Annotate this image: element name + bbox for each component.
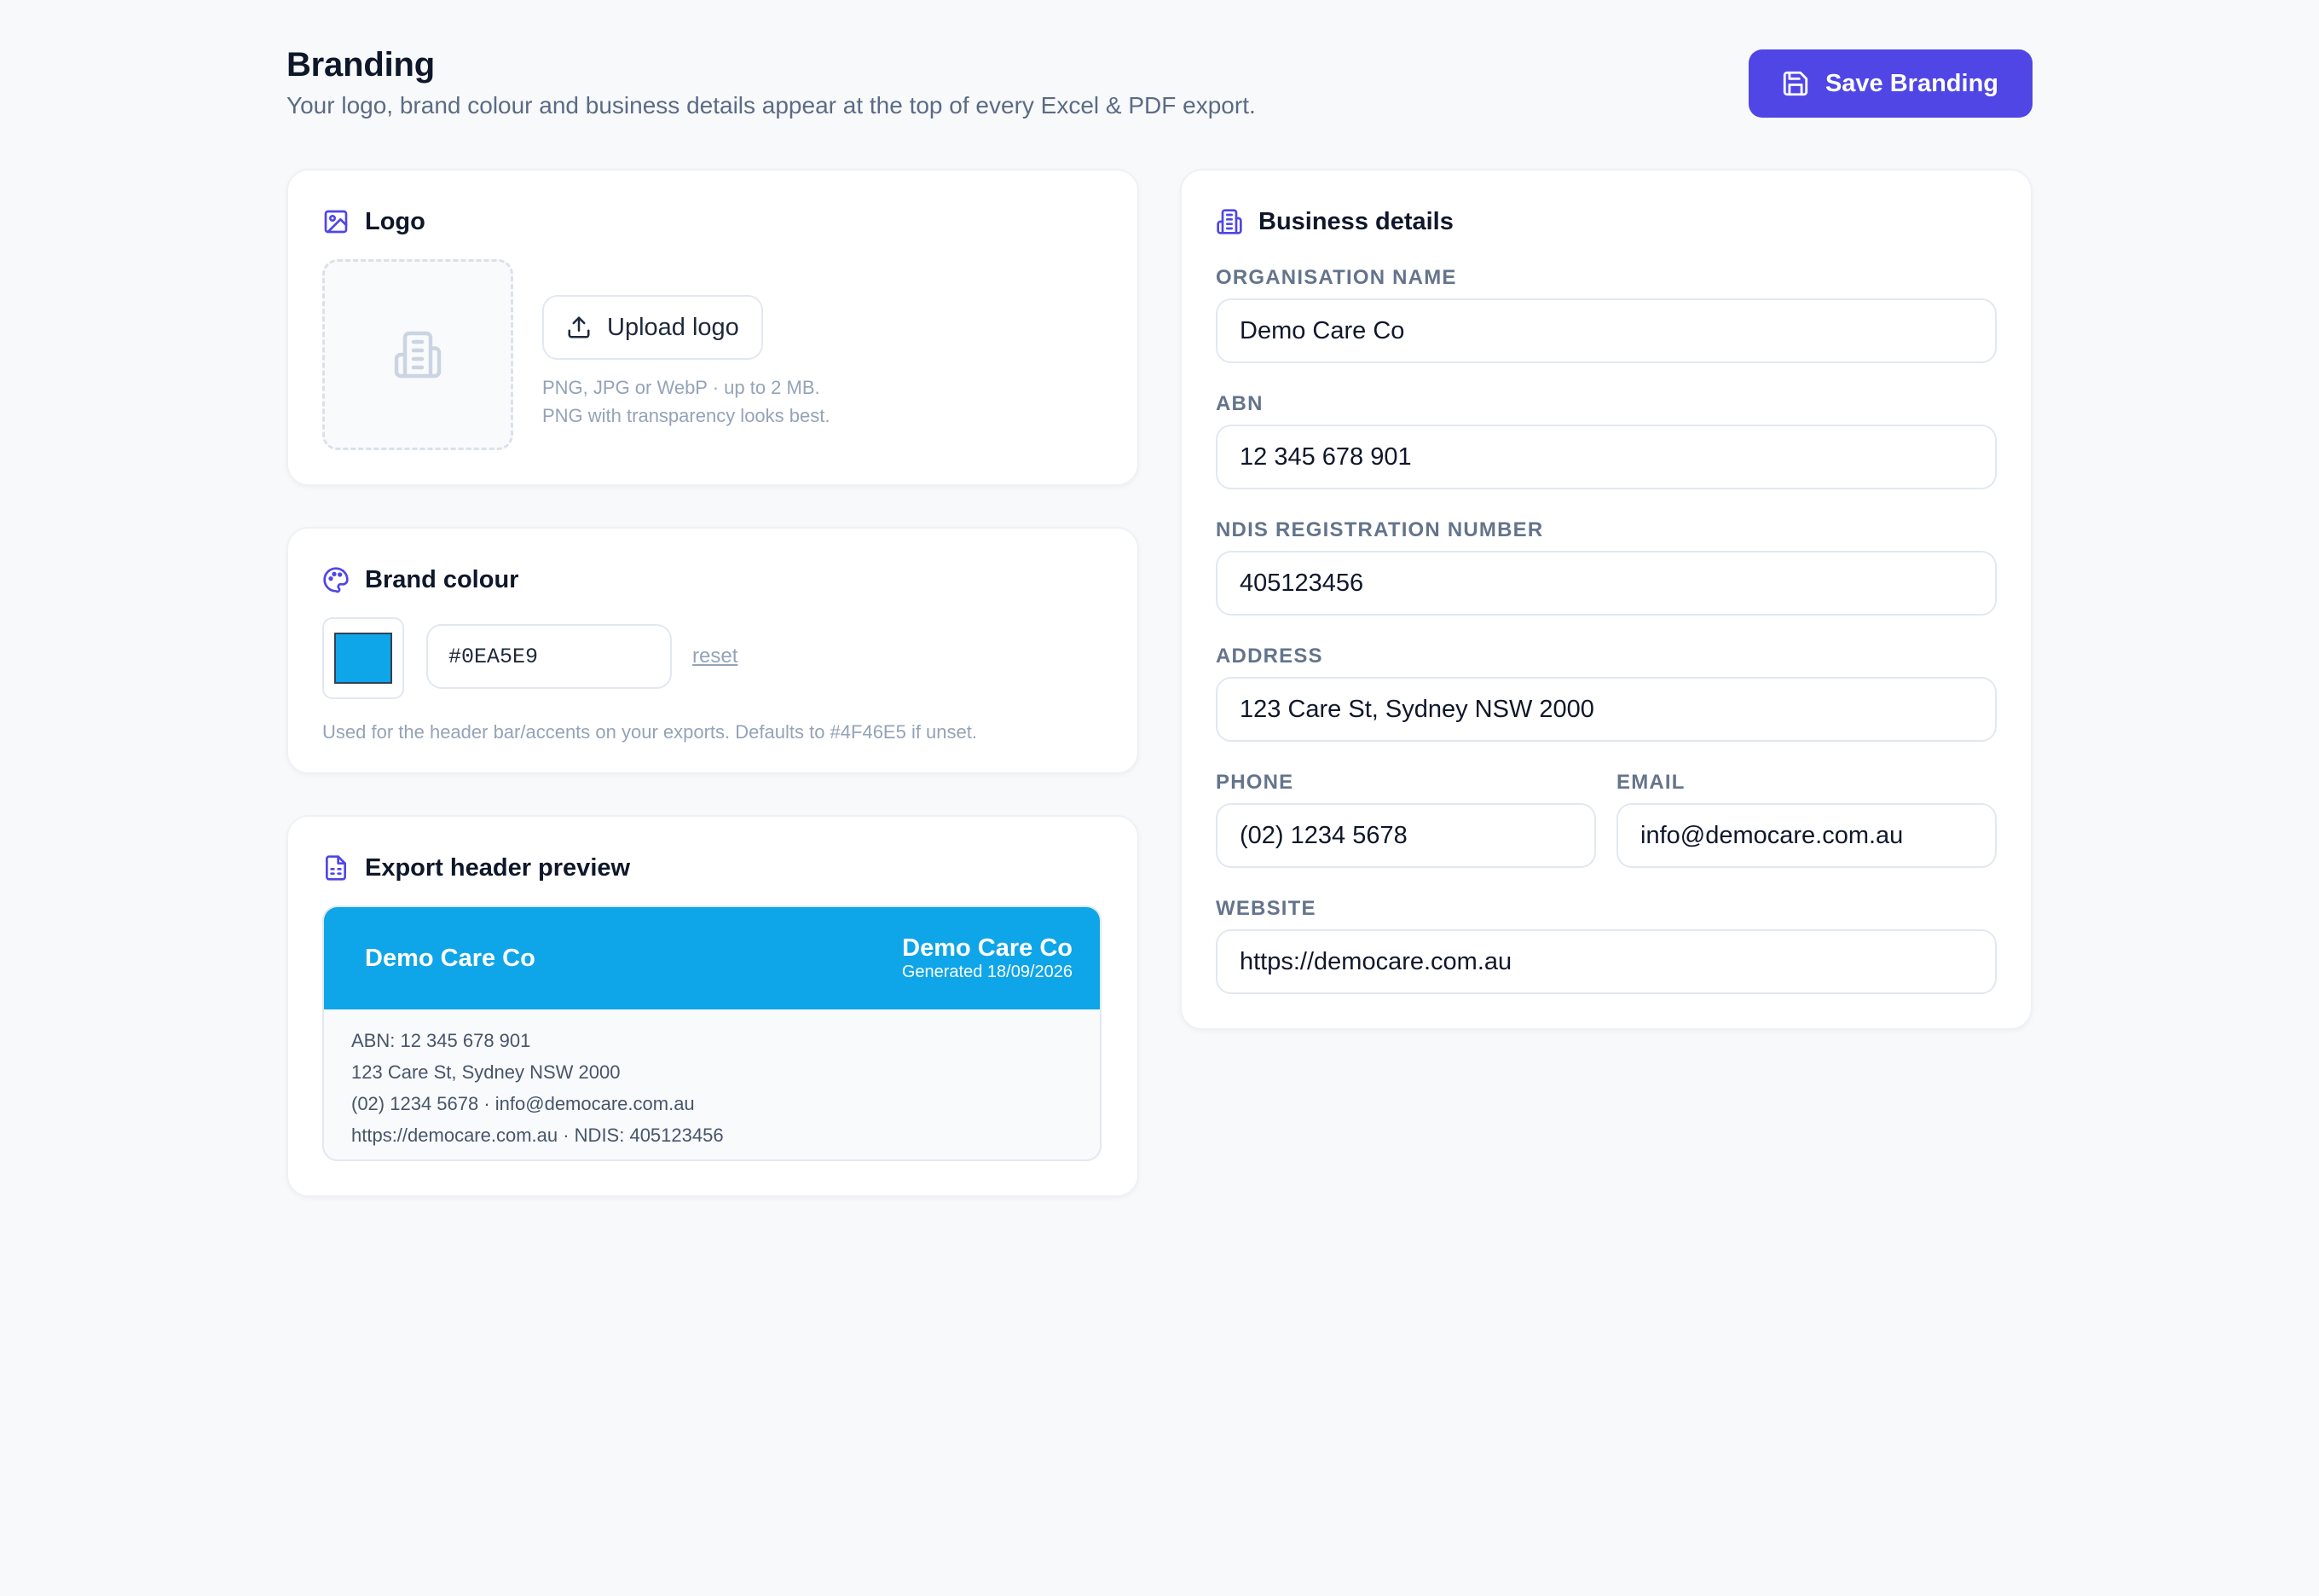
upload-logo-label: Upload logo <box>607 313 739 341</box>
image-icon <box>324 210 348 234</box>
org-name-field[interactable]: Demo Care Co <box>1216 298 1997 363</box>
email-field[interactable]: info@democare.com.au <box>1616 803 1997 868</box>
abn-field[interactable]: 12 345 678 901 <box>1216 425 1997 489</box>
colour-swatch <box>334 633 392 684</box>
address-label: ADDRESS <box>1216 645 1323 668</box>
preview-org-name-right: Demo Care Co <box>902 934 1073 962</box>
save-branding-label: Save Branding <box>1825 69 1998 97</box>
brand-colour-title: Brand colour <box>365 565 519 593</box>
address-field[interactable]: 123 Care St, Sydney NSW 2000 <box>1216 677 1997 742</box>
logo-card: Logo Upload logo PNG, JPG or WebP · up t… <box>286 169 1139 486</box>
building-icon <box>394 331 442 379</box>
preview-abn: ABN: 12 345 678 901 <box>351 1030 531 1051</box>
document-icon <box>326 855 346 881</box>
brand-colour-card: Brand colour #0EA5E9 reset Used for the … <box>286 527 1139 774</box>
website-field[interactable]: https://democare.com.au <box>1216 929 1997 994</box>
org-name-label: ORGANISATION NAME <box>1216 266 1457 289</box>
phone-label: PHONE <box>1216 771 1294 794</box>
business-details-title: Business details <box>1258 207 1454 235</box>
save-branding-button[interactable]: Save Branding <box>1748 49 2033 118</box>
preview-generated-date: Generated 18/09/2026 <box>901 963 1073 981</box>
website-label: WEBSITE <box>1216 897 1316 920</box>
export-preview-title: Export header preview <box>365 853 631 882</box>
abn-label: ABN <box>1216 392 1264 415</box>
reset-colour-link[interactable]: reset <box>692 645 737 668</box>
branding-page: Branding Your logo, brand colour and bus… <box>286 44 2033 1197</box>
preview-details: ABN: 12 345 678 901 123 Care St, Sydney … <box>324 1009 1100 1159</box>
preview-website-ndis: https://democare.com.au · NDIS: 40512345… <box>351 1125 724 1146</box>
phone-field[interactable]: (02) 1234 5678 <box>1216 803 1596 868</box>
building-icon <box>1217 209 1242 234</box>
colour-picker[interactable] <box>322 617 404 699</box>
logo-hint-line1: PNG, JPG or WebP · up to 2 MB. <box>542 377 820 398</box>
upload-logo-button[interactable]: Upload logo <box>542 295 763 360</box>
logo-dropzone[interactable] <box>322 259 513 450</box>
ndis-label: NDIS REGISTRATION NUMBER <box>1216 518 1544 541</box>
logo-hint: PNG, JPG or WebP · up to 2 MB. PNG with … <box>542 373 830 430</box>
export-preview-card: Export header preview Demo Care Co Demo … <box>286 815 1139 1197</box>
logo-hint-line2: PNG with transparency looks best. <box>542 405 830 426</box>
ndis-field[interactable]: 405123456 <box>1216 551 1997 616</box>
export-preview: Demo Care Co Demo Care Co Generated 18/0… <box>322 905 1102 1161</box>
palette-icon <box>323 567 349 593</box>
brand-colour-hint: Used for the header bar/accents on your … <box>322 721 977 743</box>
upload-icon <box>568 316 590 338</box>
preview-address: 123 Care St, Sydney NSW 2000 <box>351 1061 621 1083</box>
logo-card-title: Logo <box>365 207 425 235</box>
preview-org-name: Demo Care Co <box>365 944 535 972</box>
email-label: EMAIL <box>1616 771 1686 794</box>
hex-colour-input[interactable]: #0EA5E9 <box>426 624 672 689</box>
save-icon <box>1783 71 1808 96</box>
business-details-card: Business details ORGANISATION NAME Demo … <box>1180 169 2033 1030</box>
preview-contact: (02) 1234 5678 · info@democare.com.au <box>351 1093 695 1114</box>
preview-header-bar: Demo Care Co Demo Care Co Generated 18/0… <box>324 907 1100 1009</box>
page-header: Branding Your logo, brand colour and bus… <box>286 44 2033 126</box>
